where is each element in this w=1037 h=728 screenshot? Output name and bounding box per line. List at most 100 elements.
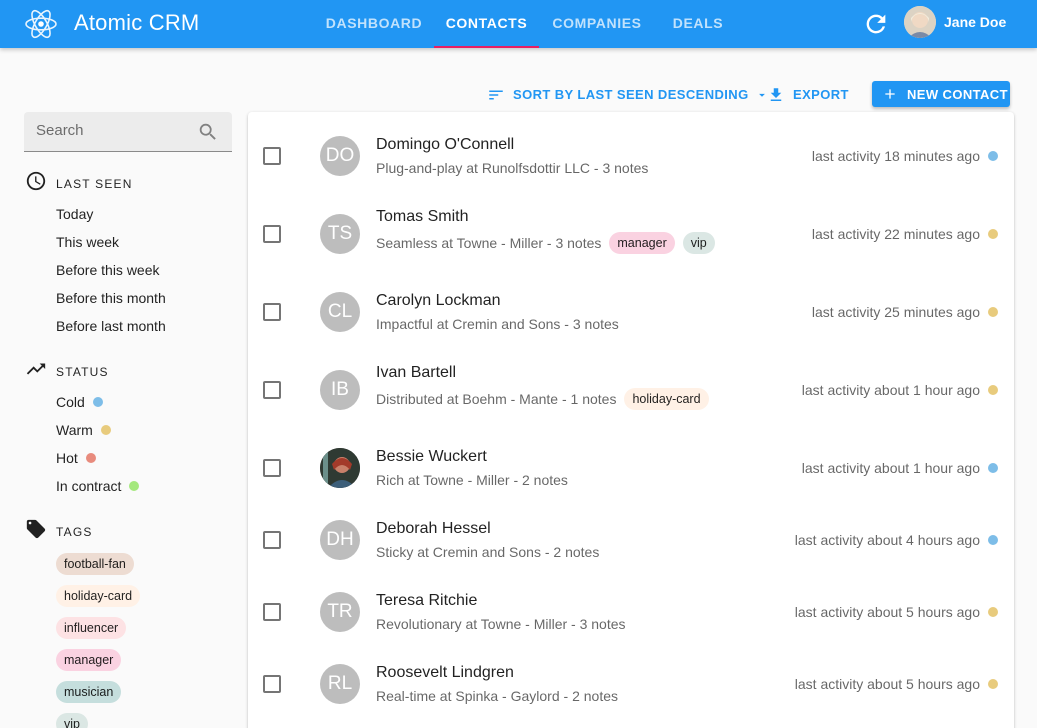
- refresh-icon[interactable]: [862, 10, 890, 38]
- tag-football-fan[interactable]: football-fan: [56, 553, 134, 575]
- contact-name[interactable]: Tomas Smith: [376, 208, 468, 226]
- user-name[interactable]: Jane Doe: [944, 14, 1006, 30]
- search-icon[interactable]: [197, 121, 219, 143]
- tab-companies[interactable]: COMPANIES: [549, 0, 645, 48]
- contact-name[interactable]: Ivan Bartell: [376, 364, 456, 382]
- contact-row[interactable]: TR Teresa Ritchie Revolutionary at Towne…: [248, 568, 1014, 640]
- last-seen-title: LAST SEEN: [56, 177, 133, 191]
- row-checkbox[interactable]: [263, 675, 281, 693]
- contact-row[interactable]: DO Domingo O'Connell Plug-and-play at Ru…: [248, 112, 1014, 190]
- contact-subtitle: Plug-and-play at Runolfsdottir LLC - 3 n…: [376, 160, 648, 176]
- tab-deals[interactable]: DEALS: [660, 0, 736, 48]
- contact-name[interactable]: Carolyn Lockman: [376, 292, 501, 310]
- contact-subtitle: Seamless at Towne - Miller - 3 notes man…: [376, 232, 715, 254]
- user-avatar[interactable]: [904, 6, 936, 38]
- avatar: [320, 448, 360, 488]
- contact-name[interactable]: Roosevelt Lindgren: [376, 664, 514, 682]
- contact-row[interactable]: IB Ivan Bartell Distributed at Boehm - M…: [248, 346, 1014, 424]
- filter-status-cold[interactable]: Cold: [56, 394, 103, 410]
- clock-icon: [26, 171, 46, 191]
- tab-dashboard[interactable]: DASHBOARD: [324, 0, 424, 48]
- row-checkbox[interactable]: [263, 225, 281, 243]
- status-dot: [988, 607, 998, 617]
- contact-details: Revolutionary at Towne - Miller - 3 note…: [376, 616, 626, 632]
- status-label: Hot: [56, 450, 78, 466]
- avatar: TS: [320, 214, 360, 254]
- avatar: CL: [320, 292, 360, 332]
- contact-details: Real-time at Spinka - Gaylord - 2 notes: [376, 688, 618, 704]
- contact-subtitle: Impactful at Cremin and Sons - 3 notes: [376, 316, 619, 332]
- filter-status-hot[interactable]: Hot: [56, 450, 96, 466]
- tag-musician[interactable]: musician: [56, 681, 122, 703]
- contact-details: Sticky at Cremin and Sons - 2 notes: [376, 544, 600, 560]
- last-activity: last activity about 1 hour ago: [801, 382, 980, 398]
- status-dot: [988, 463, 998, 473]
- row-checkbox[interactable]: [263, 303, 281, 321]
- trending-up-icon: [26, 363, 46, 375]
- export-button[interactable]: EXPORT: [767, 81, 849, 108]
- row-checkbox[interactable]: [263, 147, 281, 165]
- new-contact-button[interactable]: NEW CONTACT: [872, 81, 1010, 107]
- tag-chip[interactable]: holiday-card: [624, 388, 709, 410]
- filter-status-in-contract[interactable]: In contract: [56, 478, 140, 494]
- status-label: In contract: [56, 478, 122, 494]
- contact-row[interactable]: RL Roosevelt Lindgren Real-time at Spink…: [248, 640, 1014, 712]
- app-title[interactable]: Atomic CRM: [74, 10, 199, 36]
- row-checkbox[interactable]: [263, 603, 281, 621]
- filter-status-warm[interactable]: Warm: [56, 422, 111, 438]
- tag-holiday-card[interactable]: holiday-card: [56, 585, 141, 607]
- contact-details: Impactful at Cremin and Sons - 3 notes: [376, 316, 619, 332]
- tab-contacts[interactable]: CONTACTS: [434, 0, 539, 48]
- filter-before-last-month[interactable]: Before last month: [56, 318, 166, 334]
- download-icon: [770, 87, 782, 101]
- contact-subtitle: Distributed at Boehm - Mante - 1 notes h…: [376, 388, 709, 410]
- contact-list: DO Domingo O'Connell Plug-and-play at Ru…: [248, 112, 1014, 728]
- contact-row[interactable]: CL Carolyn Lockman Impactful at Cremin a…: [248, 268, 1014, 346]
- tag-influencer[interactable]: influencer: [56, 617, 127, 639]
- contact-subtitle: Revolutionary at Towne - Miller - 3 note…: [376, 616, 626, 632]
- filter-this-week[interactable]: This week: [56, 234, 119, 250]
- contact-photo: [320, 448, 360, 488]
- avatar: TR: [320, 592, 360, 632]
- row-checkbox[interactable]: [263, 531, 281, 549]
- contact-details: Seamless at Towne - Miller - 3 notes: [376, 235, 602, 251]
- tag-chip[interactable]: vip: [682, 232, 715, 254]
- contact-row[interactable]: DH Deborah Hessel Sticky at Cremin and S…: [248, 496, 1014, 568]
- row-checkbox[interactable]: [263, 381, 281, 399]
- status-dot: [988, 229, 998, 239]
- filter-before-this-week[interactable]: Before this week: [56, 262, 160, 278]
- last-activity: last activity about 5 hours ago: [794, 604, 980, 620]
- tag-chip[interactable]: manager: [609, 232, 675, 254]
- status-dot: [988, 307, 998, 317]
- contact-name[interactable]: Domingo O'Connell: [376, 136, 514, 154]
- contact-row[interactable]: TS Tomas Smith Seamless at Towne - Mille…: [248, 190, 1014, 268]
- contact-name[interactable]: Teresa Ritchie: [376, 592, 477, 610]
- atom-logo-icon[interactable]: [24, 7, 58, 41]
- filter-before-this-month[interactable]: Before this month: [56, 290, 166, 306]
- status-dot: [988, 535, 998, 545]
- status-dot: [988, 151, 998, 161]
- search-input[interactable]: [36, 122, 186, 139]
- sort-icon: [489, 90, 503, 99]
- status-dot: [92, 397, 103, 407]
- row-checkbox[interactable]: [263, 459, 281, 477]
- last-activity: last activity about 5 hours ago: [794, 676, 980, 692]
- last-activity: last activity about 1 hour ago: [801, 460, 980, 476]
- tag-manager[interactable]: manager: [56, 649, 122, 671]
- contact-name[interactable]: Bessie Wuckert: [376, 448, 487, 466]
- contact-subtitle: Sticky at Cremin and Sons - 2 notes: [376, 544, 599, 560]
- avatar: IB: [320, 370, 360, 410]
- status-label: Warm: [56, 422, 93, 438]
- contact-details: Distributed at Boehm - Mante - 1 notes: [376, 391, 617, 407]
- status-dot: [100, 425, 111, 435]
- tags-title: TAGS: [56, 525, 93, 539]
- contact-name[interactable]: Deborah Hessel: [376, 520, 491, 538]
- filter-today[interactable]: Today: [56, 206, 93, 222]
- status-title: STATUS: [56, 365, 109, 379]
- tag-vip[interactable]: vip: [56, 713, 88, 728]
- export-label: EXPORT: [793, 87, 849, 102]
- new-contact-label: NEW CONTACT: [907, 86, 1008, 102]
- sort-button[interactable]: SORT BY LAST SEEN DESCENDING: [487, 81, 769, 108]
- contact-row[interactable]: Bessie Wuckert Rich at Towne - Miller - …: [248, 424, 1014, 496]
- status-dot: [988, 679, 998, 689]
